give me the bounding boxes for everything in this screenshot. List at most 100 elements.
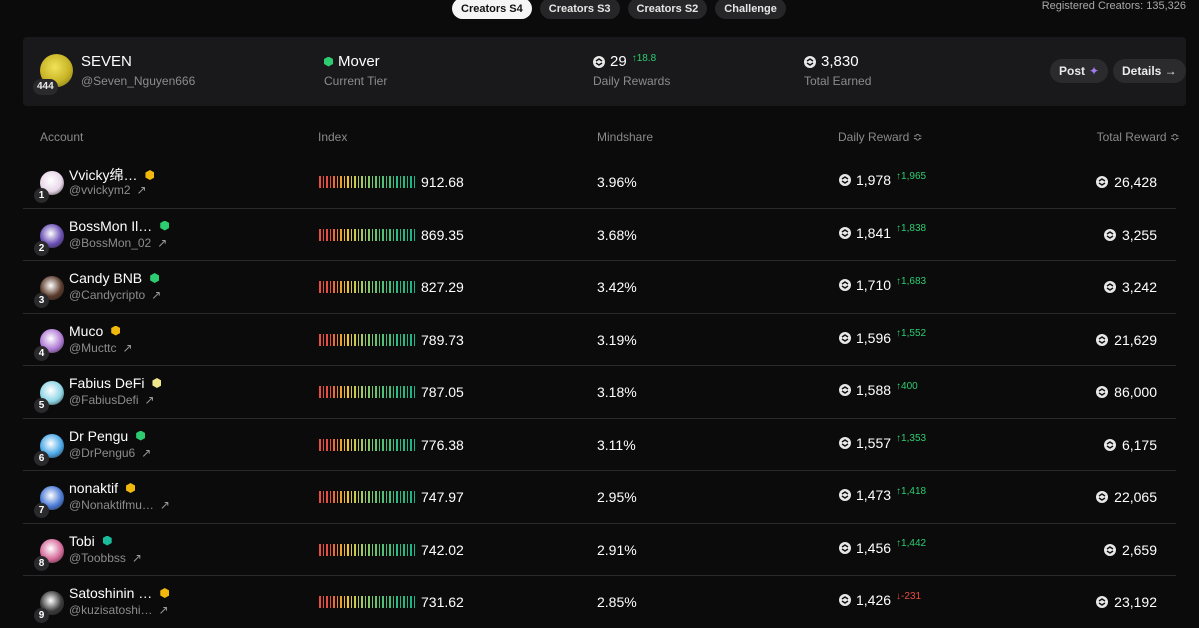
index-cell: 912.68 (319, 174, 464, 190)
account-name[interactable]: nonaktif (69, 480, 118, 496)
account-handle[interactable]: @Toobbss (69, 551, 126, 565)
index-bar (406, 543, 408, 556)
external-link-icon[interactable]: ↗ (157, 236, 167, 250)
table-row[interactable]: 8 Tobi @Toobbss ↗ 742.02 2.91% 1,456 ↑1,442 2,65… (23, 524, 1176, 576)
index-bar (333, 281, 335, 293)
account-handle[interactable]: @Mucttc (69, 341, 117, 355)
index-bar (399, 333, 401, 346)
tab-creators-s2[interactable]: Creators S2 (627, 0, 708, 19)
index-bar (392, 596, 394, 608)
index-bar (319, 281, 321, 293)
table-row[interactable]: 7 nonaktif @Nonaktifmu… ↗ 747.97 2.95% 1,473 ↑1… (23, 471, 1176, 524)
index-bar (385, 491, 387, 503)
index-bar (322, 176, 324, 188)
external-link-icon[interactable]: ↗ (160, 498, 170, 512)
account-handle[interactable]: @FabiusDefi (69, 393, 139, 407)
tab-creators-s3[interactable]: Creators S3 (539, 0, 620, 19)
index-bar (340, 386, 342, 398)
total-reward-cell: 26,428 (1096, 174, 1157, 190)
index-bar (382, 228, 384, 241)
index-bars (319, 386, 415, 398)
external-link-icon[interactable]: ↗ (132, 551, 142, 565)
index-bar (406, 228, 408, 241)
external-link-icon[interactable]: ↗ (151, 288, 161, 302)
details-button[interactable]: Details → (1113, 59, 1186, 83)
external-link-icon[interactable]: ↗ (145, 393, 155, 407)
index-bar (396, 596, 398, 608)
index-bar (371, 386, 373, 398)
my-handle[interactable]: @Seven_Nguyen666 (81, 74, 195, 88)
external-link-icon[interactable]: ↗ (141, 446, 151, 460)
index-bar (396, 176, 398, 188)
index-bar (329, 228, 331, 241)
account-name-row: Candy BNB (69, 270, 160, 286)
external-link-icon[interactable]: ↗ (137, 183, 147, 197)
account-name[interactable]: Tobi (69, 533, 95, 549)
binance-coin-icon (1096, 333, 1109, 346)
table-row[interactable]: 3 Candy BNB @Candycripto ↗ 827.29 3.42% 1,710 ↑… (23, 261, 1176, 314)
index-bar (389, 176, 391, 188)
index-bar (340, 596, 342, 608)
table-row[interactable]: 4 Muco @Mucttc ↗ 789.73 3.19% 1,596 ↑1,552 21,62… (23, 314, 1176, 366)
binance-coin-icon (839, 174, 851, 186)
my-creator-card: 444 SEVEN @Seven_Nguyen666 Mover Current… (23, 37, 1186, 106)
account-handle[interactable]: @BossMon_02 (69, 236, 151, 250)
daily-reward-value: 1,596 (856, 329, 892, 346)
account-name[interactable]: Vvicky绵… (69, 165, 137, 185)
binance-coin-icon (839, 331, 851, 344)
index-bar (357, 491, 359, 503)
total-earned-value: 3,830 (821, 53, 859, 70)
index-bar (403, 543, 405, 556)
header-total-reward-sort[interactable]: Total Reward ≎ (1097, 130, 1180, 144)
account-name[interactable]: Fabius DeFi (69, 375, 144, 391)
index-bar (343, 386, 345, 398)
index-bar (354, 491, 356, 503)
index-bar (371, 543, 373, 556)
account-handle[interactable]: @kuzisatoshi… (69, 603, 153, 617)
table-row[interactable]: 9 Satoshinin … @kuzisatoshi… ↗ 731.62 2.85% 1,… (23, 576, 1176, 628)
tab-challenge[interactable]: Challenge (715, 0, 786, 19)
post-button[interactable]: Post ✦ (1050, 59, 1109, 83)
external-link-icon[interactable]: ↗ (123, 341, 133, 355)
index-bars (319, 596, 415, 608)
index-bar (336, 333, 338, 346)
account-name[interactable]: Candy BNB (69, 270, 142, 286)
daily-reward-value: 1,473 (856, 487, 892, 503)
tab-creators-s4[interactable]: Creators S4 (452, 0, 532, 19)
index-bar (406, 386, 408, 398)
index-bar (413, 491, 415, 503)
index-bars (319, 491, 415, 503)
index-bar (361, 491, 363, 503)
binance-coin-icon (839, 594, 851, 606)
external-link-icon[interactable]: ↗ (159, 603, 169, 617)
account-handle[interactable]: @Nonaktifmu… (69, 498, 154, 512)
account-name[interactable]: BossMon Il… (69, 218, 152, 234)
table-row[interactable]: 5 Fabius DeFi @FabiusDefi ↗ 787.05 3.18% 1,588… (23, 366, 1176, 419)
total-earned: 3,830 Total Earned (804, 53, 871, 88)
table-row[interactable]: 6 Dr Pengu @DrPengu6 ↗ 776.38 3.11% 1,557 ↑1,35… (23, 419, 1176, 471)
index-bar (368, 228, 370, 241)
index-bar (378, 491, 380, 503)
index-bar (389, 228, 391, 241)
account-handle[interactable]: @Candycripto (69, 288, 145, 302)
account-name[interactable]: Satoshinin … (69, 585, 152, 601)
index-bar (399, 228, 401, 241)
table-row[interactable]: 1 Vvicky绵… @vvickym2 ↗ 912.68 3.96% 1,978 ↑1,96… (23, 156, 1176, 209)
account-handle-row: @kuzisatoshi… ↗ (69, 603, 169, 617)
index-value: 912.68 (421, 174, 464, 190)
binance-coin-icon (1103, 438, 1116, 451)
index-bar (357, 281, 359, 293)
account-handle[interactable]: @DrPengu6 (69, 446, 135, 460)
table-row[interactable]: 2 BossMon Il… @BossMon_02 ↗ 869.35 3.68% 1,841… (23, 209, 1176, 261)
account-name[interactable]: Dr Pengu (69, 428, 128, 444)
account-name[interactable]: Muco (69, 323, 103, 339)
account-handle[interactable]: @vvickym2 (69, 183, 131, 197)
index-bar (385, 333, 387, 346)
header-daily-reward-sort[interactable]: Daily Reward ≎ (838, 130, 923, 144)
index-bars (319, 281, 415, 293)
index-bar (319, 491, 321, 503)
index-cell: 827.29 (319, 279, 464, 295)
index-bar (322, 438, 324, 451)
index-bar (382, 543, 384, 556)
total-reward-cell: 6,175 (1103, 437, 1157, 453)
